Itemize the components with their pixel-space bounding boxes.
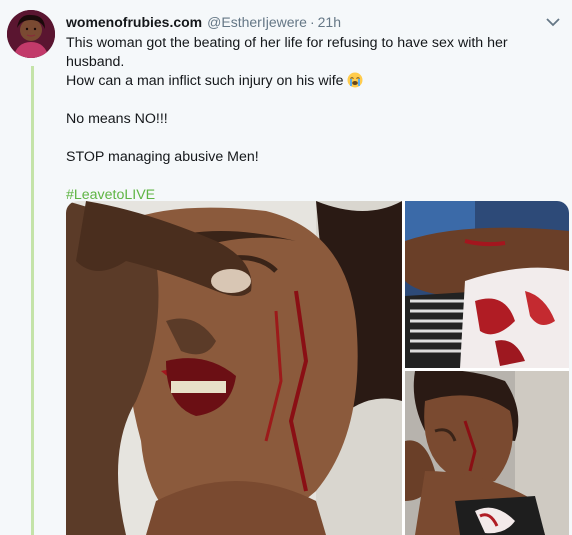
profile-photo-icon bbox=[7, 10, 55, 58]
tweet-header: womenofrubies.com @EstherIjewere · 21h bbox=[66, 13, 562, 31]
thread-line bbox=[31, 66, 34, 535]
tweet-line: No means NO!!! bbox=[66, 111, 168, 127]
user-handle[interactable]: @EstherIjewere bbox=[207, 14, 307, 30]
tweet-text: This woman got the beating of her life f… bbox=[66, 34, 566, 205]
timestamp[interactable]: 21h bbox=[318, 14, 341, 30]
tweet-line: STOP managing abusive Men! bbox=[66, 149, 259, 165]
injured-face-photo[interactable] bbox=[66, 201, 402, 535]
chevron-down-icon[interactable] bbox=[544, 13, 562, 31]
injured-arm-photo[interactable] bbox=[405, 201, 569, 368]
separator: · bbox=[309, 14, 315, 30]
avatar[interactable] bbox=[7, 10, 55, 58]
tweet[interactable]: womenofrubies.com @EstherIjewere · 21h T… bbox=[0, 0, 572, 535]
tweet-line: How can a man inflict such injury on his… bbox=[66, 72, 566, 91]
media-grid bbox=[66, 201, 569, 535]
loudly-crying-face-emoji-icon bbox=[347, 72, 363, 88]
display-name[interactable]: womenofrubies.com bbox=[66, 14, 202, 30]
injured-woman-side-photo[interactable] bbox=[405, 371, 569, 535]
tweet-line-text: How can a man inflict such injury on his… bbox=[66, 73, 344, 89]
tweet-line: This woman got the beating of her life f… bbox=[66, 35, 508, 70]
